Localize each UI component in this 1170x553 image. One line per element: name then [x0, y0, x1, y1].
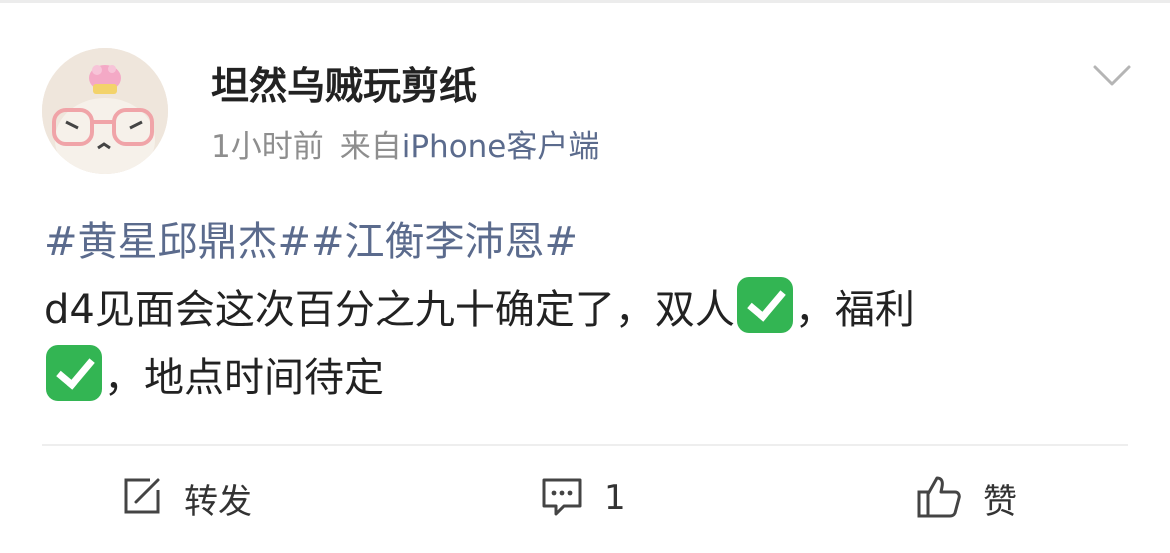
action-divider: [42, 444, 1128, 446]
like-icon: [915, 472, 963, 524]
chevron-down-icon[interactable]: [1092, 62, 1132, 90]
comment-count: 1: [604, 478, 626, 518]
comment-button[interactable]: 1: [540, 470, 626, 526]
repost-button[interactable]: 转发: [120, 470, 252, 526]
source-client[interactable]: iPhone客户端: [402, 129, 600, 165]
like-label: 赞: [983, 481, 1017, 522]
post-meta: 1小时前 来自iPhone客户端: [211, 126, 599, 168]
content-text-3: ，地点时间待定: [104, 355, 384, 401]
like-button[interactable]: 赞: [915, 470, 1017, 526]
repost-label: 转发: [184, 481, 252, 522]
content-text-2: ，福利: [794, 287, 915, 333]
content-text-1: d4见面会这次百分之九十确定了，双人: [44, 287, 735, 333]
check-mark-emoji: [736, 277, 793, 333]
post-content: #黄星邱鼎杰##江衡李沛恩# d4见面会这次百分之九十确定了，双人 ，福利 ，地点…: [44, 208, 1134, 412]
source-label: 来自: [339, 129, 402, 165]
repost-icon: [120, 474, 164, 522]
avatar[interactable]: [42, 48, 168, 174]
hashtag-links[interactable]: #黄星邱鼎杰##江衡李沛恩#: [44, 208, 1134, 276]
author-name[interactable]: 坦然乌贼玩剪纸: [211, 62, 477, 110]
top-divider: [0, 0, 1170, 3]
check-mark-emoji: [46, 345, 102, 401]
comment-icon: [540, 474, 584, 522]
post-time: 1小时前: [211, 129, 324, 165]
